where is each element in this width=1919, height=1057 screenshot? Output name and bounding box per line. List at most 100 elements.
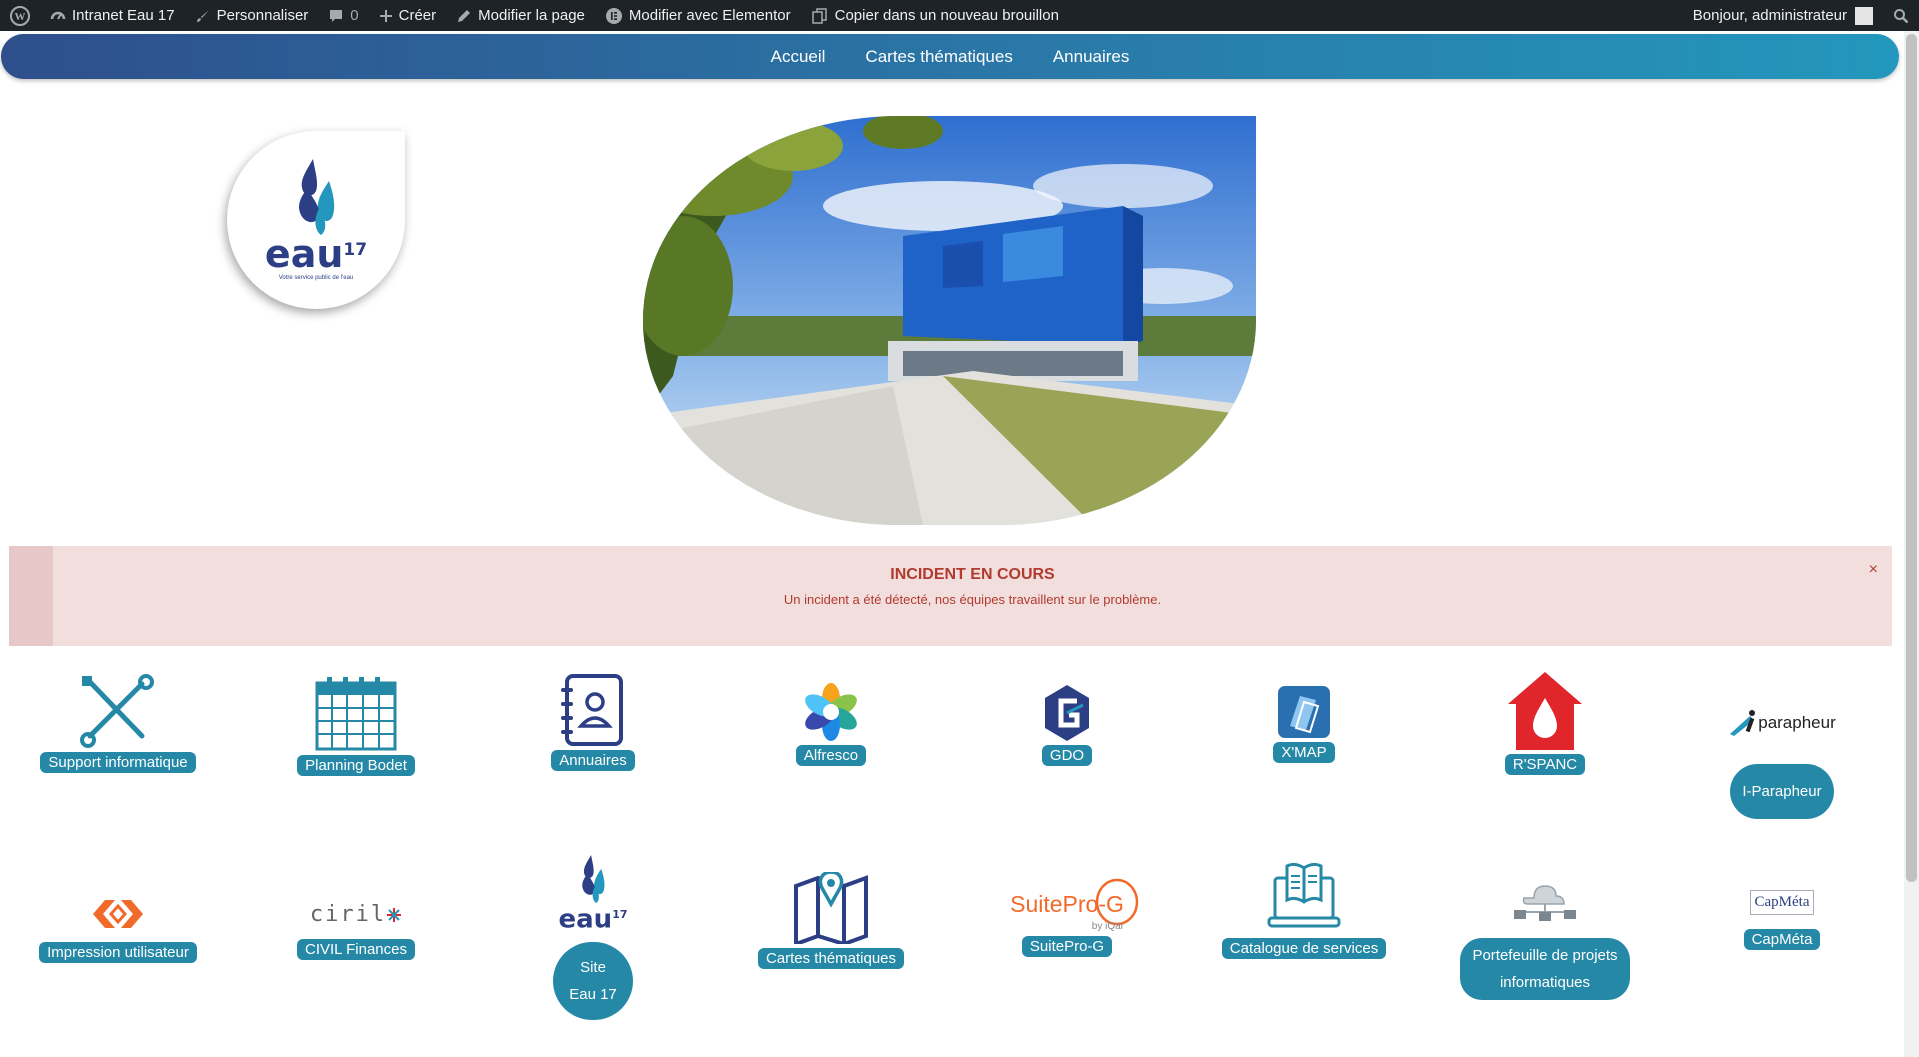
tile-planning-bodet[interactable]: Planning Bodet	[256, 677, 456, 776]
pencil-icon	[456, 8, 472, 24]
tile-capmeta[interactable]: CapMéta CapMéta	[1682, 890, 1882, 950]
alert-message: Un incident a été détecté, nos équipes t…	[783, 592, 1162, 607]
wordpress-menu[interactable]: W	[0, 0, 40, 31]
ciril-star-icon	[387, 907, 402, 922]
tile-label[interactable]: Site Eau 17	[553, 941, 633, 1020]
tile-label[interactable]: Impression utilisateur	[39, 942, 197, 963]
tile-label[interactable]: Portefeuille de projets informatiques	[1460, 938, 1630, 1000]
building-photo	[643, 116, 1256, 525]
tile-suiteprog[interactable]: SuitePro-G by iQar SuitePro-G	[967, 876, 1167, 957]
tile-label[interactable]: I-Parapheur	[1730, 764, 1834, 819]
tools-icon	[80, 674, 156, 748]
close-icon[interactable]: ×	[1869, 561, 1878, 579]
alert-title: INCIDENT EN COURS	[890, 566, 1055, 583]
greeting: Bonjour, administrateur	[1692, 7, 1847, 24]
elementor-icon	[605, 7, 623, 25]
tile-xmap[interactable]: X'MAP	[1204, 686, 1404, 763]
eau17-logo: eau17	[558, 855, 628, 935]
nav-annuaires[interactable]: Annuaires	[1053, 47, 1130, 67]
create-label: Créer	[398, 7, 437, 24]
iparapheur-logo-text: parapheur	[1758, 713, 1836, 732]
wordpress-icon: W	[10, 5, 30, 26]
ciril-logo-text: ciril	[309, 902, 387, 927]
comments-link[interactable]: 0	[318, 0, 368, 31]
suiteprog-logo-text: SuitePro-G	[1010, 890, 1124, 917]
nav-accueil[interactable]: Accueil	[771, 47, 826, 67]
tile-support-informatique[interactable]: Support informatique	[18, 674, 218, 773]
account-menu[interactable]: Bonjour, administrateur	[1683, 0, 1883, 31]
tile-label[interactable]: SuitePro-G	[1021, 936, 1113, 957]
address-book-icon	[561, 674, 625, 746]
tile-label[interactable]: Annuaires	[551, 750, 635, 771]
incident-alert: INCIDENT EN COURS Un incident a été déte…	[9, 546, 1892, 646]
search-button[interactable]	[1883, 0, 1919, 31]
catalog-icon	[1267, 860, 1341, 934]
ciril-logo: ciril	[310, 902, 402, 927]
suiteprog-logo: SuitePro-G by iQar	[992, 876, 1142, 932]
tile-iparapheur[interactable]: parapheur I-Parapheur	[1682, 708, 1882, 819]
tile-label[interactable]: Catalogue de services	[1221, 938, 1387, 959]
tile-civil-finances[interactable]: ciril CIVIL Finances	[256, 902, 456, 960]
copy-draft-label: Copier dans un nouveau brouillon	[834, 7, 1059, 24]
svg-text:W: W	[15, 11, 26, 23]
customize-label: Personnaliser	[216, 7, 309, 24]
site-name-link[interactable]: Intranet Eau 17	[40, 0, 185, 31]
plus-icon	[379, 9, 393, 23]
tile-impression-utilisateur[interactable]: Impression utilisateur	[18, 898, 218, 963]
dashboard-icon	[50, 8, 66, 24]
tile-cartes-thematiques[interactable]: Cartes thématiques	[731, 872, 931, 969]
main-nav: Accueil Cartes thématiques Annuaires	[1, 34, 1899, 79]
eau17-logo[interactable]: eau17 Votre service public de l'eau	[227, 131, 405, 309]
tile-label[interactable]: CapMéta	[1743, 929, 1821, 950]
edit-elementor-link[interactable]: Modifier avec Elementor	[595, 0, 801, 31]
water-drops-logo-icon	[299, 159, 335, 235]
copy-icon	[811, 7, 829, 25]
tile-label[interactable]: Cartes thématiques	[757, 948, 905, 969]
avatar	[1855, 6, 1873, 25]
tile-site-eau17[interactable]: eau17 Site Eau 17	[493, 855, 693, 1020]
edit-elementor-label: Modifier avec Elementor	[628, 7, 791, 24]
building-photo-illustration	[643, 116, 1256, 525]
tile-catalogue-services[interactable]: Catalogue de services	[1204, 860, 1404, 959]
map-pin-icon	[794, 872, 868, 944]
tile-label[interactable]: GDO	[1041, 745, 1093, 766]
tile-label[interactable]: Alfresco	[795, 745, 867, 766]
eau17-wordmark: eau17	[558, 904, 628, 935]
brush-icon	[195, 8, 211, 24]
edit-page-link[interactable]: Modifier la page	[446, 0, 595, 31]
search-icon	[1894, 8, 1909, 23]
comment-icon	[328, 8, 344, 24]
copy-draft-link[interactable]: Copier dans un nouveau brouillon	[801, 0, 1069, 31]
tile-alfresco[interactable]: Alfresco	[731, 683, 931, 766]
iparapheur-logo: parapheur	[1728, 708, 1836, 738]
suiteprog-logo-sub: by iQar	[1091, 921, 1124, 932]
tile-label[interactable]: X'MAP	[1273, 742, 1335, 763]
nav-cartes-thematiques[interactable]: Cartes thématiques	[865, 47, 1012, 67]
tile-label[interactable]: Planning Bodet	[297, 755, 415, 776]
house-drop-icon	[1508, 672, 1582, 750]
edit-page-label: Modifier la page	[478, 7, 585, 24]
logo-tagline: Votre service public de l'eau	[278, 275, 354, 281]
cloud-network-icon	[1512, 880, 1578, 922]
calendar-icon	[315, 677, 397, 751]
site-name: Intranet Eau 17	[72, 7, 175, 24]
admin-bar: W Intranet Eau 17 Personnaliser 0 Créer …	[0, 0, 1919, 31]
tile-label[interactable]: R'SPANC	[1504, 754, 1586, 775]
comments-count: 0	[350, 7, 359, 24]
xmap-logo	[1278, 686, 1330, 738]
scrollbar-thumb[interactable]	[1906, 34, 1917, 882]
create-link[interactable]: Créer	[369, 0, 447, 31]
capmeta-logo: CapMéta	[1749, 890, 1815, 915]
tile-label[interactable]: CIVIL Finances	[297, 939, 415, 960]
print-logo	[89, 898, 147, 930]
alfresco-logo	[802, 683, 860, 741]
tile-rspanc[interactable]: R'SPANC	[1445, 672, 1645, 775]
capmeta-logo-text: CapMéta	[1749, 890, 1815, 915]
tile-label[interactable]: Support informatique	[40, 752, 196, 773]
tile-gdo[interactable]: GDO	[967, 685, 1167, 766]
logo-wordmark: eau17	[264, 232, 368, 276]
customize-link[interactable]: Personnaliser	[185, 0, 319, 31]
tile-portefeuille-projets[interactable]: Portefeuille de projets informatiques	[1445, 880, 1645, 1000]
tile-annuaires[interactable]: Annuaires	[493, 674, 693, 771]
gdo-logo	[1043, 685, 1091, 741]
